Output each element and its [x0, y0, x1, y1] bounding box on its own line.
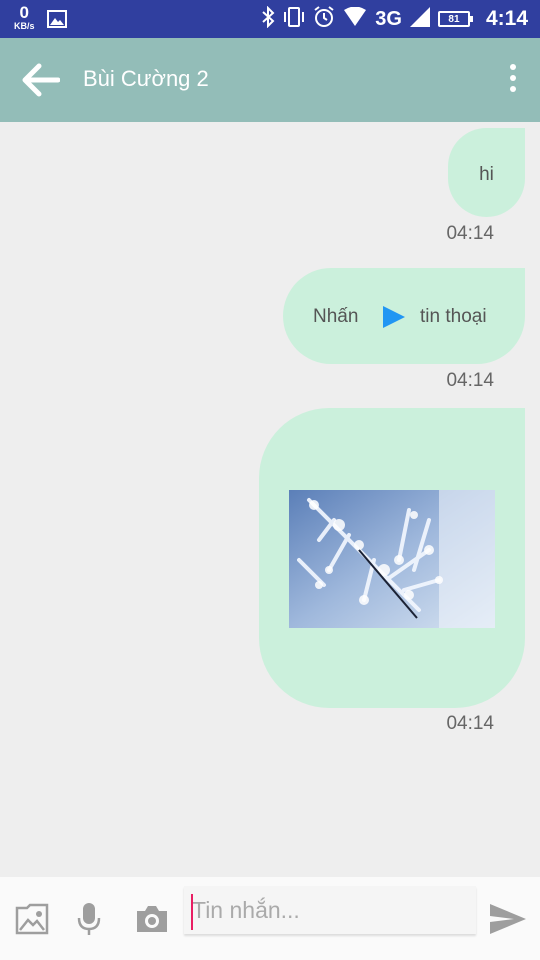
status-bar: 0 KB/s 3G 81 4:14: [0, 0, 540, 38]
voice-text-after: tin thoại: [420, 306, 487, 327]
message-photo[interactable]: [289, 490, 495, 628]
arrow-left-icon: [22, 63, 61, 97]
signal-icon: [409, 6, 430, 32]
send-button[interactable]: [488, 902, 528, 941]
message-text: hi: [479, 164, 494, 185]
alarm-icon: [313, 5, 335, 33]
message-bubble-voice[interactable]: Nhấn tin thoại: [283, 268, 525, 364]
bluetooth-icon: [261, 5, 275, 33]
message-time: 04:14: [446, 370, 494, 391]
microphone-icon: [77, 903, 101, 935]
voice-text-before: Nhấn: [313, 306, 359, 327]
gallery-button[interactable]: [15, 902, 49, 941]
network-type: 3G: [375, 7, 402, 30]
play-icon[interactable]: [383, 306, 405, 328]
app-bar: Bùi Cường 2: [0, 38, 540, 122]
camera-icon: [137, 906, 167, 932]
battery-icon: 81: [437, 11, 473, 27]
message-bubble-text[interactable]: hi: [448, 128, 525, 217]
message-time: 04:14: [446, 713, 494, 734]
text-caret: [191, 894, 193, 930]
send-icon: [490, 904, 526, 934]
contact-name: Bùi Cường 2: [83, 66, 209, 91]
more-vert-icon: [506, 64, 520, 92]
net-speed: 0 KB/s: [14, 4, 35, 31]
wifi-icon: [343, 6, 367, 32]
battery-level: 81: [448, 13, 460, 25]
image-gallery-icon: [15, 903, 49, 935]
net-speed-unit: KB/s: [14, 21, 35, 31]
more-options-button[interactable]: [506, 64, 520, 98]
camera-button[interactable]: [135, 904, 169, 939]
message-bubble-image[interactable]: [259, 408, 525, 708]
message-input[interactable]: [184, 886, 476, 934]
vibrate-icon: [283, 6, 305, 33]
message-time: 04:14: [446, 223, 494, 244]
image-notification-icon: [46, 4, 67, 33]
microphone-button[interactable]: [77, 902, 101, 941]
back-button[interactable]: [20, 60, 64, 100]
net-speed-value: 0: [19, 3, 29, 22]
clock: 4:14: [485, 7, 528, 30]
